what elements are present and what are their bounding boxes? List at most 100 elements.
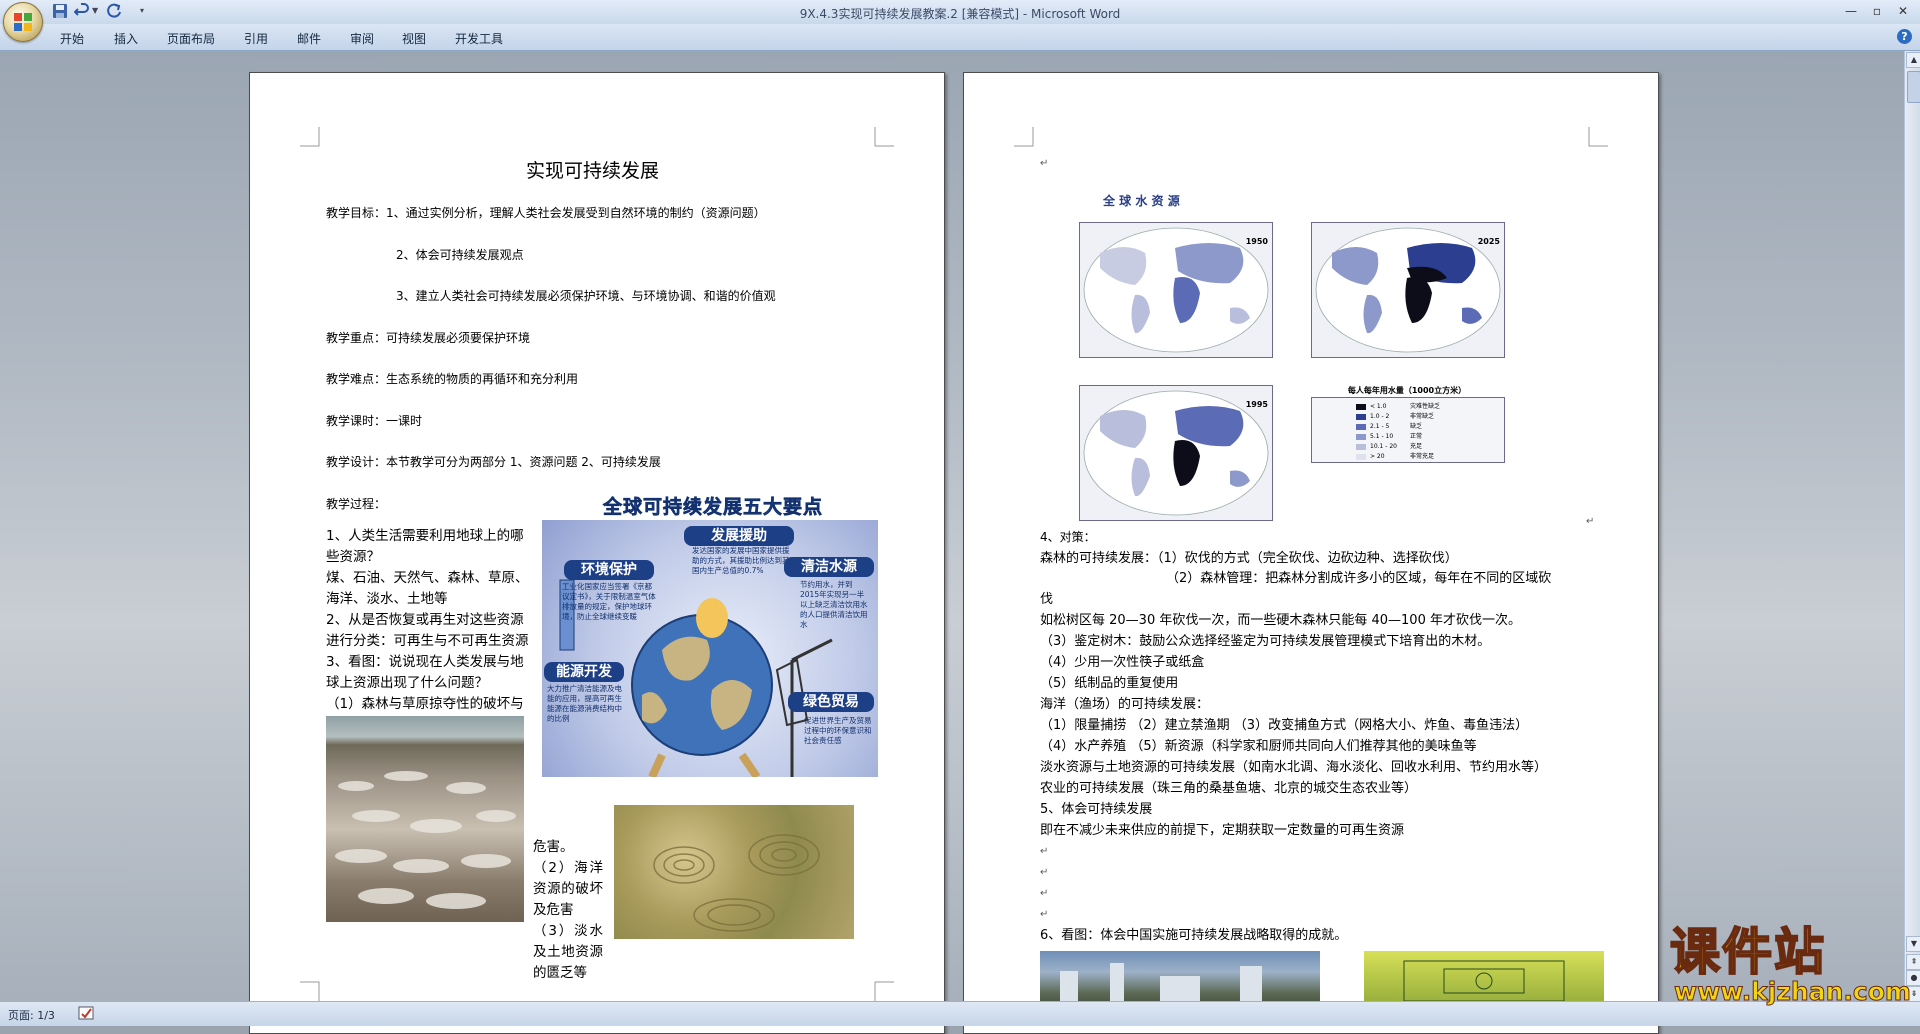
margin-corner-mark (1014, 127, 1034, 147)
paragraph-mark: ↵ (1040, 888, 1049, 899)
help-icon[interactable]: ? (1897, 29, 1912, 44)
page-2[interactable]: ↵ 全 球 水 资 源 1950 2025 1995 每人每年用水量（1000立… (963, 72, 1659, 1034)
legend-label: 非常缺乏 (1410, 413, 1435, 420)
p2-line-2: （2）森林管理：把森林分割成许多小的区域，每年在不同的区域砍 (1166, 571, 1552, 586)
page-count[interactable]: 页面: 1/3 (8, 1007, 55, 1023)
fish-texture (335, 771, 516, 909)
margin-corner-mark (874, 981, 894, 1001)
legend-row: 10.1 - 20 充足 (1356, 442, 1422, 451)
poster-title: 全球可持续发展五大要点 (602, 496, 823, 519)
window-title: 9X.4.3实现可持续发展教案.2 [兼容模式] - Microsoft Wor… (799, 7, 1121, 21)
status-bar: 页面: 1/3 (0, 1001, 1920, 1026)
margin-corner-mark (1588, 127, 1608, 147)
p2-line-13: 5、体会可持续发展 (1040, 802, 1153, 817)
legend-row: < 1.0 灾难性缺乏 (1356, 402, 1440, 411)
legend-label: 正常 (1410, 433, 1423, 440)
previous-page-icon[interactable]: ⇞ (1906, 954, 1920, 970)
legend-range: 10.1 - 20 (1370, 443, 1397, 450)
legend-label: 充足 (1410, 443, 1423, 450)
p2-line-15: 6、看图：体会中国实施可持续发展战略取得的成就。 (1040, 928, 1348, 943)
poster-note-env: 工业化国家应当签署《京都议定书》，关于限制温室气体排放量的规定，保护地球环境，防… (562, 582, 656, 621)
tab-page-layout[interactable]: 页面布局 (167, 30, 215, 47)
goal-line-2: 2、体会可持续发展观点 (396, 248, 524, 262)
restore-icon[interactable]: ▫ (1868, 3, 1886, 19)
paragraph-mark: ↵ (1040, 867, 1049, 878)
office-button[interactable] (3, 2, 43, 42)
key-point: 教学重点：可持续发展必须要保护环境 (326, 331, 531, 345)
p2-line-10: （4）水产养殖 （5）新资源（科学家和厨师共同向人们推荐其他的美味鱼等 (1040, 739, 1477, 754)
scroll-down-icon[interactable]: ▼ (1906, 936, 1920, 952)
legend-label: 灾难性缺乏 (1410, 403, 1441, 410)
margin-corner-mark (874, 127, 894, 147)
map-year-1995: 1995 (1245, 400, 1268, 409)
map-2025: 2025 (1311, 222, 1505, 358)
paragraph-mark: ↵ (1040, 846, 1049, 857)
page-1[interactable]: 实现可持续发展 教学目标：1、通过实例分析，理解人类社会发展受到自然环境的制约（… (249, 72, 945, 1034)
map-year-2025: 2025 (1477, 237, 1500, 246)
tab-mailings[interactable]: 邮件 (297, 30, 321, 47)
p2-line-3: 伐 (1040, 592, 1054, 607)
poster-note-energy: 大力推广清洁能源及电能的应用，提高可再生能源在能源消费结构中的比例 (547, 684, 622, 723)
scroll-up-icon[interactable]: ▲ (1906, 52, 1920, 68)
minimize-icon[interactable]: — (1842, 3, 1860, 19)
proofing-icon[interactable] (78, 1006, 94, 1020)
body-text: 1、人类生活需要利用地球上的哪些资源？ 煤、石油、天然气、森林、草原、海洋、淡水… (326, 528, 529, 712)
ribbon-tab-bar: 开始 插入 页面布局 引用 邮件 审阅 视图 开发工具 ? (0, 24, 1920, 51)
tab-home[interactable]: 开始 (60, 30, 84, 47)
p2-line-11: 淡水资源与土地资源的可持续发展（如南水北调、海水淡化、回收水利用、节约用水等） (1040, 760, 1548, 775)
paragraph-mark: ↵ (1586, 516, 1595, 527)
tab-references[interactable]: 引用 (244, 30, 268, 47)
legend-swatch (1356, 403, 1366, 410)
legend-label: 非常充足 (1410, 453, 1435, 460)
p2-line-1: 森林的可持续发展：（1）砍伐的方式（完全砍伐、边砍边种、选择砍伐） (1040, 551, 1458, 566)
p2-line-5: （3）鉴定树木：鼓励公众选择经鉴定为可持续发展管理模式下培育出的木材。 (1040, 634, 1491, 649)
legend-swatch (1356, 413, 1366, 420)
p2-line-4: 如松树区每 20—30 年砍伐一次，而一些硬木森林只能每 40—100 年才砍伐… (1040, 613, 1521, 628)
poster-note-trade: 促进世界生产及贸易过程中的环保意识和社会责任感 (804, 716, 872, 745)
close-icon[interactable]: ✕ (1894, 3, 1912, 19)
difficulty: 教学难点：生态系统的物质的再循环和充分利用 (326, 372, 579, 386)
map-year-1950: 1950 (1245, 237, 1268, 246)
p2-line-14: 即在不减少未来供应的前提下，定期获取一定数量的可再生资源 (1040, 823, 1405, 838)
poster-note-aid: 发达国家的发展中国家提供援助的方式，其援助比例达到其国内生产总值的0.7% (692, 546, 790, 575)
document-title: 实现可持续发展 (526, 160, 660, 182)
tab-insert[interactable]: 插入 (114, 30, 138, 47)
legend-row: 5.1 - 10 正常 (1356, 432, 1422, 441)
poster-title-strip: 全球可持续发展五大要点 (545, 492, 881, 520)
legend-row: 2.1 - 5 缺乏 (1356, 422, 1422, 431)
legend-range: 5.1 - 10 (1370, 433, 1394, 440)
map-1995: 1995 (1079, 385, 1273, 521)
poster-image: 发展援助 发达国家的发展中国家提供援助的方式，其援助比例达到其国内生产总值的0.… (542, 520, 878, 777)
poster-item-env: 环境保护 (564, 560, 654, 580)
tab-view[interactable]: 视图 (402, 30, 426, 47)
class-hours: 教学课时：一课时 (326, 414, 423, 428)
tab-review[interactable]: 审阅 (350, 30, 374, 47)
p2-line-0: 4、对策： (1040, 530, 1096, 544)
vertical-scrollbar[interactable]: ▲ ▼ ⇞ ● ⇟ (1904, 51, 1920, 1002)
p2-line-8: 海洋（渔场）的可持续发展： (1040, 697, 1210, 712)
legend-range: 1.0 - 2 (1370, 413, 1390, 420)
map-1950: 1950 (1079, 222, 1273, 358)
terraced-land-photo (614, 805, 854, 939)
world-map-2025 (1315, 227, 1501, 353)
legend-swatch (1356, 443, 1366, 450)
paragraph-mark: ↵ (1040, 909, 1049, 920)
legend-range: > 20 (1370, 453, 1385, 460)
tab-developer[interactable]: 开发工具 (455, 30, 503, 47)
p2-line-6: （4）少用一次性筷子或纸盒 (1040, 655, 1205, 670)
terrace-texture (653, 834, 820, 932)
legend-row: 1.0 - 2 非常缺乏 (1356, 412, 1434, 421)
poster-item-aid: 发展援助 (684, 526, 794, 546)
design: 教学设计：本节教学可分为两部分 1、资源问题 2、可持续发展 (326, 455, 661, 469)
legend-label: 缺乏 (1410, 423, 1423, 430)
paragraph-mark: ↵ (1040, 158, 1049, 169)
legend-range: 2.1 - 5 (1370, 423, 1390, 430)
poster-item-trade: 绿色贸易 (788, 692, 874, 712)
watermark-url: www.kjzhan.com (1674, 977, 1912, 1006)
poster-note-water: 节约用水，并到2015年实现另一半以上缺乏清洁饮用水的人口提供清洁饮用水 (800, 580, 868, 629)
legend-swatch (1356, 433, 1366, 440)
scroll-thumb[interactable] (1907, 71, 1920, 103)
water-legend: < 1.0 灾难性缺乏 1.0 - 2 非常缺乏 2.1 - 5 缺乏 5.1 - 10 正常… (1311, 397, 1505, 463)
p2-line-12: 农业的可持续发展（珠三角的桑基鱼塘、北京的城交生态农业等） (1040, 781, 1418, 796)
process-label: 教学过程： (326, 497, 387, 511)
